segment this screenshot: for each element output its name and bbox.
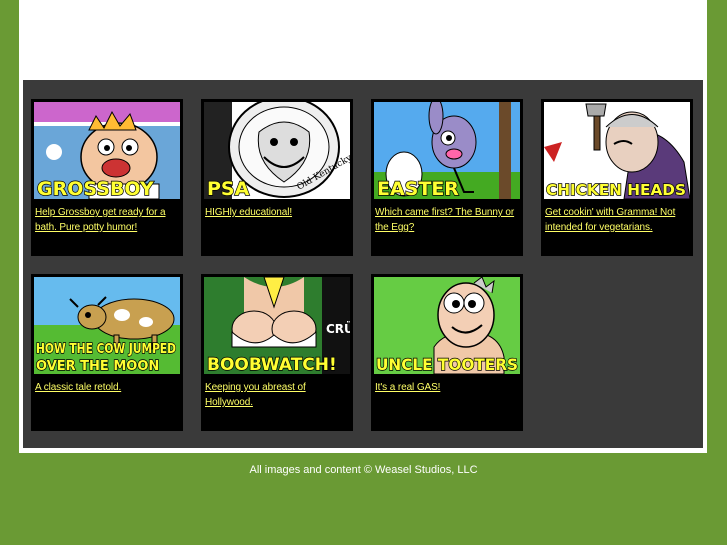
uncle-tooters-thumbnail[interactable]: UNCLE TOOTERS (374, 277, 520, 374)
cartoon-card-psa[interactable]: Old Kentucky PSA HIGHly educational! (201, 99, 353, 256)
grossboy-thumbnail[interactable]: GROSSBOY (34, 102, 180, 199)
uncle-tooters-title: UNCLE TOOTERS (376, 355, 518, 374)
grossboy-title: GROSSBOY (37, 178, 154, 199)
cartoon-card-easter[interactable]: EASTER Which came first? The Bunny or th… (371, 99, 523, 256)
boobwatch-title: BOOBWATCH! (207, 355, 337, 374)
easter-caption-link[interactable]: Which came first? The Bunny or the Egg? (375, 205, 515, 235)
cow-moon-thumbnail[interactable]: HOW THE COW JUMPED OVER THE MOON (34, 277, 180, 374)
boobwatch-thumbnail[interactable]: CRÜ BOOBWATCH! (204, 277, 350, 374)
cow-moon-title-line2: OVER THE MOON (36, 359, 159, 374)
cartoon-card-grossboy[interactable]: GROSSBOY Help Grossboy get ready for a b… (31, 99, 183, 256)
page-container: GROSSBOY Help Grossboy get ready for a b… (19, 0, 707, 453)
cow-moon-title-line1: HOW THE COW JUMPED (36, 342, 176, 357)
chicken-heads-title: CHICKEN HEADS (546, 181, 686, 199)
easter-thumbnail[interactable]: EASTER (374, 102, 520, 199)
grossboy-caption-link[interactable]: Help Grossboy get ready for a bath. Pure… (35, 205, 175, 235)
uncle-tooters-caption-link[interactable]: It's a real GAS! (375, 380, 515, 395)
cow-moon-caption-link[interactable]: A classic tale retold. (35, 380, 175, 395)
boobwatch-caption-link[interactable]: Keeping you abreast of Hollywood. (205, 380, 345, 410)
cartoon-card-cow-moon[interactable]: HOW THE COW JUMPED OVER THE MOON A class… (31, 274, 183, 431)
cartoon-gallery: GROSSBOY Help Grossboy get ready for a b… (23, 80, 703, 448)
easter-title: EASTER (377, 178, 459, 199)
cartoon-card-chicken-heads[interactable]: CHICKEN HEADS Get cookin' with Gramma! N… (541, 99, 693, 256)
psa-caption-link[interactable]: HIGHly educational! (205, 205, 345, 220)
psa-thumbnail[interactable]: Old Kentucky PSA (204, 102, 350, 199)
svg-text:CRÜ: CRÜ (326, 321, 350, 336)
chicken-heads-caption-link[interactable]: Get cookin' with Gramma! Not intended fo… (545, 205, 685, 235)
copyright-footer: All images and content © Weasel Studios,… (249, 464, 478, 476)
psa-title: PSA (207, 178, 250, 199)
cartoon-card-uncle-tooters[interactable]: UNCLE TOOTERS It's a real GAS! (371, 274, 523, 431)
cartoon-card-boobwatch[interactable]: CRÜ BOOBWATCH! Keeping you abreast of Ho… (201, 274, 353, 431)
chicken-heads-thumbnail[interactable]: CHICKEN HEADS (544, 102, 690, 199)
